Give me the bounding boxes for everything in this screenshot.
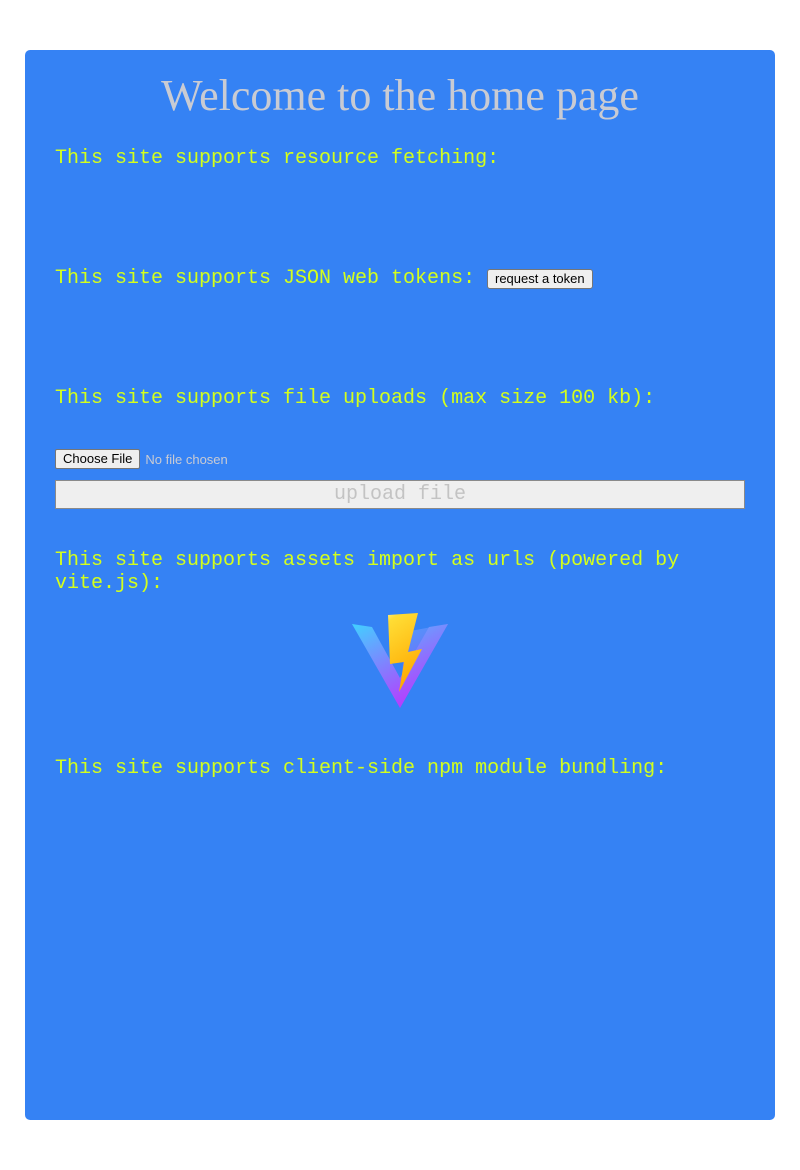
upload-file-button[interactable]: upload file bbox=[55, 480, 745, 509]
file-uploads-label: This site supports file uploads (max siz… bbox=[55, 387, 656, 410]
main-panel: Welcome to the home page This site suppo… bbox=[25, 50, 775, 1120]
resource-fetching-label: This site supports resource fetching: bbox=[55, 147, 500, 170]
choose-file-button[interactable]: Choose File bbox=[55, 449, 141, 469]
assets-label: This site supports assets import as urls… bbox=[55, 549, 680, 595]
page-title: Welcome to the home page bbox=[161, 71, 639, 120]
vite-logo-icon bbox=[350, 612, 450, 712]
request-token-button[interactable]: request a token bbox=[487, 269, 593, 289]
file-status-text: No file chosen bbox=[145, 451, 228, 467]
file-input[interactable]: Choose File No file chosen bbox=[55, 449, 228, 469]
npm-bundling-label: This site supports client-side npm modul… bbox=[55, 757, 668, 780]
jwt-label: This site supports JSON web tokens: bbox=[55, 267, 476, 290]
